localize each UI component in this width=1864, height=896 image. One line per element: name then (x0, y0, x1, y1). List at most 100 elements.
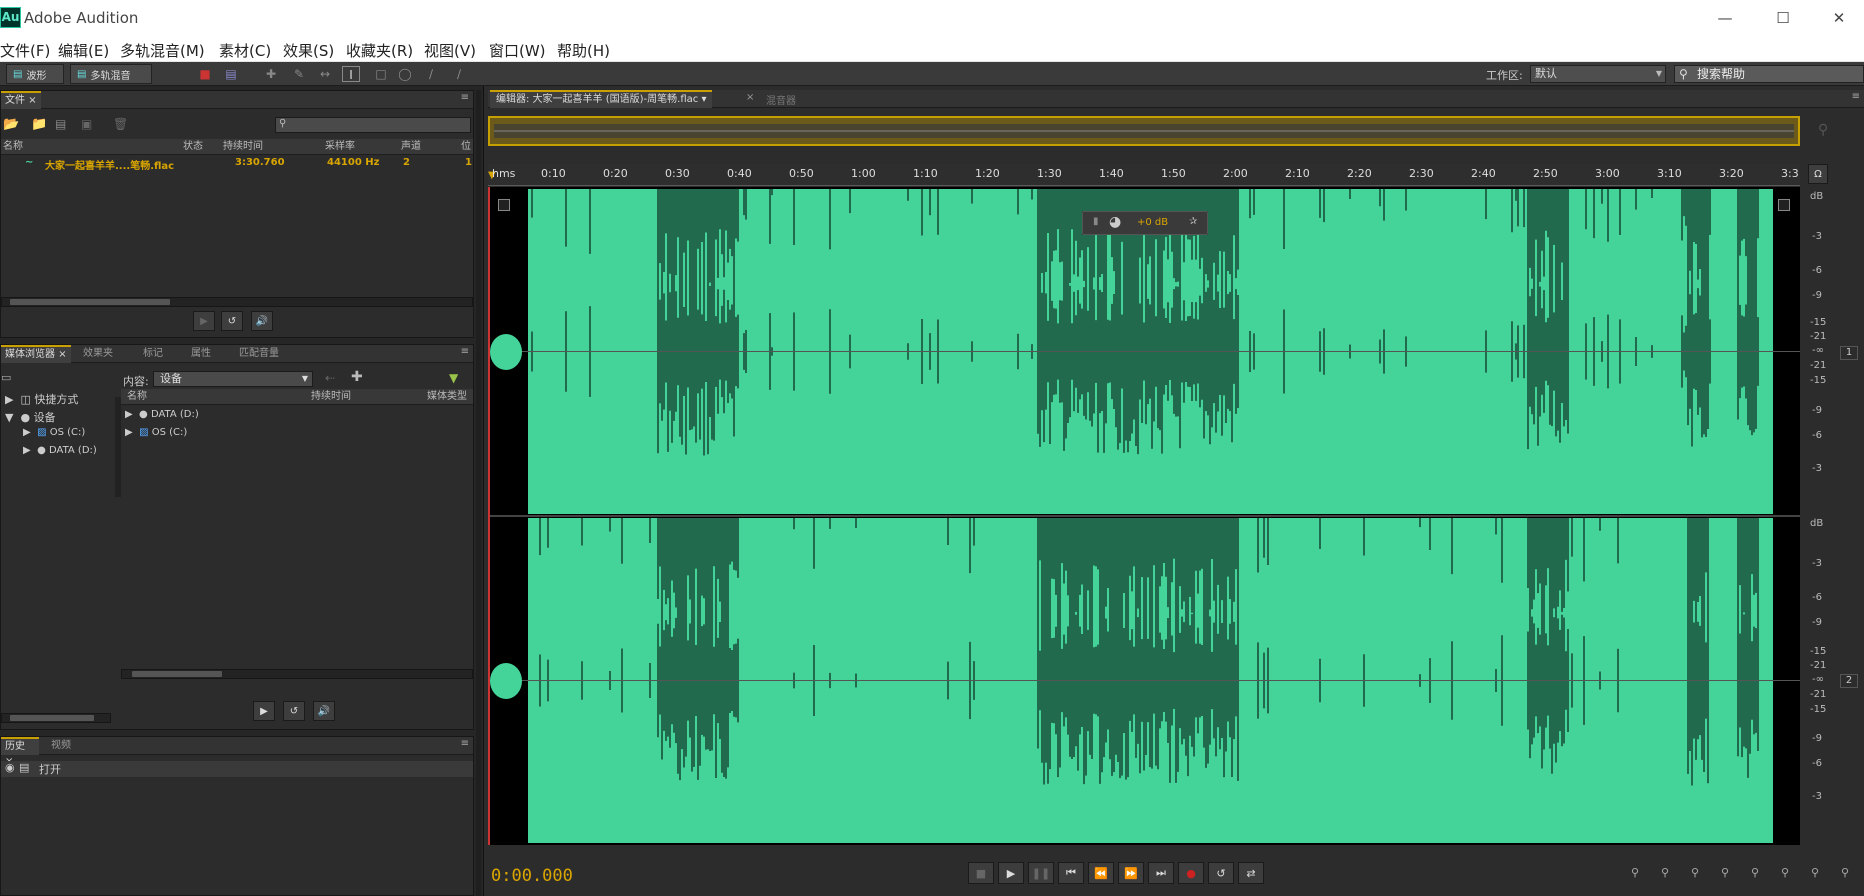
list-hscroll[interactable] (121, 669, 473, 679)
col-duration[interactable]: 持续时间 (311, 389, 351, 405)
play-button[interactable]: ▶ (998, 862, 1024, 884)
col-media-type[interactable]: 媒体类型 (427, 389, 467, 405)
multitrack-view-button[interactable]: ▤ 多轨混音 (70, 64, 152, 84)
workspace-select[interactable]: 默认 ▼ (1530, 65, 1666, 83)
tree-item-os-c[interactable]: ▶ ▨ OS (C:) (23, 427, 85, 438)
autoplay-button[interactable]: 🔊 (313, 701, 335, 721)
col-channels[interactable]: 声道 (401, 139, 421, 155)
time-selection-tool-icon[interactable]: I (342, 66, 360, 82)
menu-multitrack[interactable]: 多轨混音(M) (120, 40, 205, 61)
rewind-button[interactable]: ⏪ (1088, 862, 1114, 884)
overview-bar[interactable] (488, 116, 1800, 146)
tree-item-devices[interactable]: ▼ ● 设备 (5, 409, 56, 425)
tab-properties[interactable]: 属性 (187, 345, 215, 363)
col-duration[interactable]: 持续时间 (223, 139, 263, 155)
col-bits[interactable]: 位 (461, 139, 471, 155)
play-button[interactable]: ▶ (193, 311, 215, 331)
menu-favorites[interactable]: 收藏夹(R) (346, 40, 413, 61)
col-name[interactable]: 名称 (3, 139, 23, 155)
zoom-in-amplitude-icon[interactable]: ⚲ (1624, 864, 1646, 882)
stop-button[interactable]: ■ (968, 862, 994, 884)
content-select[interactable]: 设备 ▼ (153, 371, 313, 387)
list-item[interactable]: ◉ ▤ 打开 (1, 761, 473, 777)
menu-help[interactable]: 帮助(H) (557, 40, 610, 61)
waveform-display[interactable] (488, 187, 1800, 845)
col-status[interactable]: 状态 (183, 139, 203, 155)
menu-edit[interactable]: 编辑(E) (58, 40, 109, 61)
close-icon[interactable]: ✕ (1816, 2, 1862, 34)
tab-media-browser[interactable]: 媒体浏览器 × (1, 345, 71, 363)
fade-out-handle[interactable] (1778, 199, 1790, 211)
table-row[interactable]: ∼ 大家一起喜羊羊....笔畅.flac 3:30.760 44100 Hz 2… (1, 157, 473, 173)
zoom-in-time-icon[interactable]: ⚲ (1684, 864, 1706, 882)
move-tool-icon[interactable]: ✚ (262, 66, 280, 82)
headphones-icon[interactable]: Ω (1808, 164, 1828, 184)
tree-item-shortcuts[interactable]: ▶ ◫ 快捷方式 (5, 391, 78, 407)
razor-tool-icon[interactable]: ✎ (290, 66, 308, 82)
tree-item-data-d[interactable]: ▶ ● DATA (D:) (23, 445, 97, 456)
volume-knob-icon[interactable]: ◕ (1109, 214, 1121, 230)
zoom-full-icon[interactable]: ⚲ (1774, 864, 1796, 882)
delete-icon[interactable]: 🗑 (113, 117, 128, 131)
zoom-out-amplitude-icon[interactable]: ⚲ (1654, 864, 1676, 882)
channel-2-label[interactable]: 2 (1840, 674, 1858, 688)
tree-hscroll[interactable] (1, 713, 111, 723)
tab-history[interactable]: 历史 × (1, 737, 39, 767)
tab-match-volume[interactable]: 匹配音量 (235, 345, 283, 363)
panel-menu-icon[interactable]: ≡ (461, 92, 469, 103)
col-name[interactable]: 名称 (127, 389, 147, 405)
drive-icon[interactable]: ▭ (1, 371, 11, 384)
back-arrow-icon[interactable]: ⇠ (325, 371, 335, 385)
list-item[interactable]: ▶ ▨ OS (C:) (125, 427, 187, 438)
tab-mixer[interactable]: 混音器 (766, 92, 796, 107)
zoom-overview-icon[interactable]: ⚲ (1818, 122, 1828, 138)
menu-window[interactable]: 窗口(W) (489, 40, 546, 61)
autoplay-button[interactable]: 🔊 (251, 311, 273, 331)
channel-1-label[interactable]: 1 (1840, 346, 1858, 360)
new-file-icon[interactable]: ▤ (55, 117, 66, 131)
col-samplerate[interactable]: 采样率 (325, 139, 355, 155)
open-file-icon[interactable]: 📂 (3, 117, 19, 132)
zoom-in-left-icon[interactable]: ⚲ (1804, 864, 1826, 882)
waveform-view-button[interactable]: ▤ 波形 (6, 64, 64, 84)
tab-editor[interactable]: 编辑器: 大家一起喜羊羊 (国语版)-周笔畅.flac ▾ (490, 90, 713, 108)
menu-effects[interactable]: 效果(S) (283, 40, 334, 61)
maximize-icon[interactable]: ☐ (1760, 2, 1806, 34)
panel-menu-icon[interactable]: ≡ (461, 346, 469, 357)
loop-button[interactable]: ↺ (1208, 862, 1234, 884)
tab-files[interactable]: 文件 × (1, 91, 41, 109)
spectral-pitch-icon[interactable]: ▤ (222, 66, 240, 82)
pin-icon[interactable]: ✰ (1189, 216, 1197, 227)
brush-tool-icon[interactable]: ∕ (422, 66, 440, 82)
menu-file[interactable]: 文件(F) (0, 40, 50, 61)
minimize-icon[interactable]: — (1702, 2, 1748, 34)
list-item[interactable]: ▶ ● DATA (D:) (125, 409, 199, 420)
insert-icon[interactable]: ▣ (81, 117, 92, 131)
zoom-out-time-icon[interactable]: ⚲ (1714, 864, 1736, 882)
import-file-icon[interactable]: 📁 (31, 117, 47, 132)
fast-forward-button[interactable]: ⏩ (1118, 862, 1144, 884)
marquee-tool-icon[interactable]: □ (372, 66, 390, 82)
lasso-tool-icon[interactable]: ◯ (396, 66, 414, 82)
loop-button[interactable]: ↺ (283, 701, 305, 721)
tab-video[interactable]: 视频 (47, 737, 75, 755)
filter-icon[interactable]: ▼ (449, 371, 458, 385)
go-to-end-button[interactable]: ⏭ (1148, 862, 1174, 884)
panel-menu-icon[interactable]: ≡ (1852, 91, 1860, 102)
pause-button[interactable]: ❚❚ (1028, 862, 1054, 884)
files-hscroll[interactable] (1, 297, 473, 307)
zoom-selection-icon[interactable]: ⚲ (1744, 864, 1766, 882)
close-icon[interactable]: × (58, 349, 66, 360)
play-button[interactable]: ▶ (253, 701, 275, 721)
record-button[interactable]: ● (1178, 862, 1204, 884)
fade-in-handle[interactable] (498, 199, 510, 211)
zoom-in-right-icon[interactable]: ⚲ (1834, 864, 1856, 882)
add-shortcut-icon[interactable]: ✚ (351, 369, 363, 385)
spectral-frequency-icon[interactable]: ■ (196, 66, 214, 82)
menu-view[interactable]: 视图(V) (424, 40, 476, 61)
volume-hud[interactable]: ▮ ◕ +0 dB ✰ (1082, 211, 1208, 235)
loop-button[interactable]: ↺ (221, 311, 243, 331)
close-icon[interactable]: × (746, 92, 754, 103)
panel-menu-icon[interactable]: ≡ (461, 738, 469, 749)
tab-effects-rack[interactable]: 效果夹 (79, 345, 117, 363)
